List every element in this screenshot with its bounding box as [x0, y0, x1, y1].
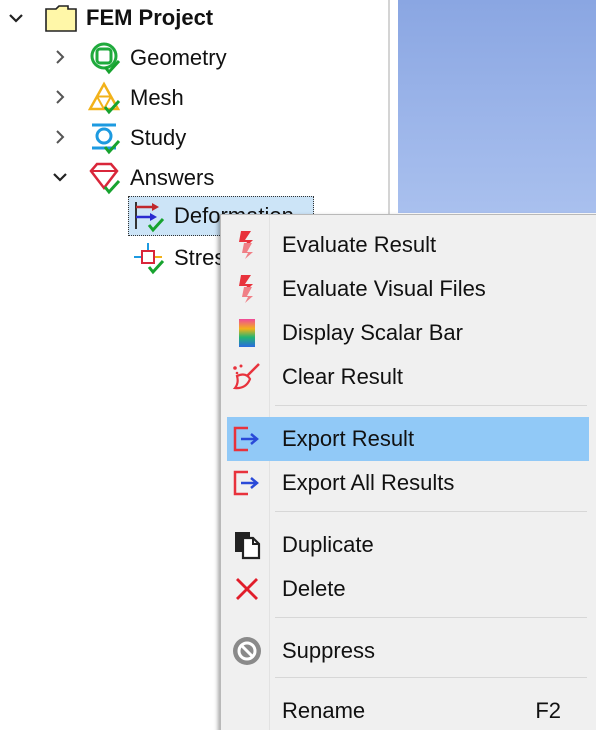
menu-separator: [275, 617, 587, 618]
menu-item-shortcut: F2: [535, 698, 561, 723]
answers-collapse-chevron-icon[interactable]: [50, 167, 70, 187]
menu-item-label: Export All Results: [282, 470, 455, 495]
menu-item-suppress[interactable]: Suppress: [227, 629, 589, 673]
menu-item-label: Rename: [282, 698, 366, 723]
tree-item-geometry[interactable]: Geometry: [88, 40, 227, 76]
menu-item-export-result[interactable]: Export Result: [227, 417, 589, 461]
menu-item-display-scalar-bar[interactable]: Display Scalar Bar: [227, 311, 589, 355]
tree-item-label: Mesh: [130, 85, 184, 110]
tree-item-mesh[interactable]: Mesh: [88, 80, 184, 116]
tree-root-fem-project[interactable]: FEM Project: [44, 0, 213, 36]
menu-item-label: Evaluate Visual Files: [282, 276, 486, 301]
menu-separator: [275, 405, 587, 406]
study-expand-chevron-icon[interactable]: [50, 127, 70, 147]
menu-item-duplicate[interactable]: Duplicate: [227, 523, 589, 567]
tree-root-label: FEM Project: [86, 5, 214, 30]
menu-item-evaluate-result[interactable]: Evaluate Result: [227, 223, 589, 267]
menu-item-label: Clear Result: [282, 364, 404, 389]
menu-item-export-all-results[interactable]: Export All Results: [227, 461, 589, 505]
geometry-icon: [88, 41, 122, 75]
delete-icon: [231, 573, 263, 605]
tree-item-study[interactable]: Study: [88, 120, 186, 156]
tree-item-label: Answers: [130, 165, 215, 190]
answers-icon: [88, 161, 122, 195]
scalar-bar-icon: [231, 317, 263, 349]
graphics-viewport[interactable]: [398, 0, 596, 213]
menu-item-clear-result[interactable]: Clear Result: [227, 355, 589, 399]
duplicate-icon: [231, 529, 263, 561]
menu-item-label: Suppress: [282, 638, 375, 663]
mesh-icon: [88, 81, 122, 115]
export-all-icon: [231, 467, 263, 499]
menu-item-evaluate-visual-files[interactable]: Evaluate Visual Files: [227, 267, 589, 311]
context-menu: Evaluate Result Evaluate Visual Files Di…: [220, 214, 596, 730]
app-window: FEM Project Geometry Mesh Study Answers …: [0, 0, 596, 730]
stress-result-icon: [132, 241, 166, 275]
menu-item-label: Evaluate Result: [282, 232, 437, 257]
folder-icon: [44, 1, 78, 35]
export-icon: [231, 423, 263, 455]
menu-item-delete[interactable]: Delete: [227, 567, 589, 611]
evaluate-visual-files-icon: [231, 273, 263, 305]
evaluate-result-icon: [231, 229, 263, 261]
tree-item-label: Study: [130, 125, 187, 150]
deformation-result-icon: [132, 199, 166, 233]
menu-item-rename[interactable]: Rename F2: [227, 689, 589, 730]
mesh-expand-chevron-icon[interactable]: [50, 87, 70, 107]
menu-item-label: Export Result: [282, 426, 415, 451]
tree-item-label: Geometry: [130, 45, 227, 70]
tree-item-answers[interactable]: Answers: [88, 160, 214, 196]
menu-item-label: Display Scalar Bar: [282, 320, 463, 345]
root-expand-chevron-icon[interactable]: [6, 8, 26, 28]
study-icon: [88, 121, 122, 155]
menu-separator: [275, 511, 587, 512]
menu-item-label: Duplicate: [282, 532, 374, 557]
broom-icon: [231, 361, 263, 393]
menu-item-label: Delete: [282, 576, 346, 601]
menu-separator: [275, 677, 587, 678]
suppress-icon: [231, 635, 263, 667]
geometry-expand-chevron-icon[interactable]: [50, 47, 70, 67]
